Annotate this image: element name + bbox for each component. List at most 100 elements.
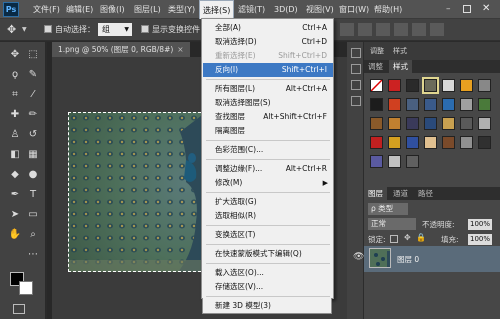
- menu-item-deselect[interactable]: 取消选择(D) Ctrl+D: [203, 35, 333, 49]
- quick-select-tool-icon[interactable]: ✎: [26, 68, 40, 82]
- tab-layers[interactable]: 图层: [364, 187, 387, 200]
- tab-adjustments[interactable]: 调整: [364, 60, 387, 73]
- style-swatch[interactable]: [388, 155, 401, 168]
- menu-item-modify[interactable]: 修改(M) ▶: [203, 176, 333, 190]
- zoom-tool-icon[interactable]: ⌕: [26, 228, 40, 242]
- menu-image[interactable]: 图像(I): [97, 0, 128, 19]
- style-swatch[interactable]: [460, 98, 473, 111]
- menu-item-select-all[interactable]: 全部(A) Ctrl+A: [203, 21, 333, 35]
- crop-tool-icon[interactable]: ⌗: [8, 88, 22, 102]
- lock-position-icon[interactable]: ✥: [404, 233, 411, 242]
- menu-item-inverse[interactable]: 反向(I) Shift+Ctrl+I: [203, 63, 333, 77]
- blend-mode-select[interactable]: 正常: [368, 218, 416, 230]
- style-swatch[interactable]: [370, 117, 383, 130]
- style-swatch[interactable]: [406, 155, 419, 168]
- document-tab[interactable]: 1.png @ 50% (图层 0, RGB/8#) ×: [52, 42, 190, 57]
- menu-item-transform-selection[interactable]: 变换选区(T): [203, 228, 333, 242]
- eraser-tool-icon[interactable]: ◧: [8, 148, 22, 162]
- gradient-tool-icon[interactable]: ▦: [26, 148, 40, 162]
- eyedropper-tool-icon[interactable]: ⁄: [26, 88, 40, 102]
- style-swatch[interactable]: [442, 136, 455, 149]
- menu-3d[interactable]: 3D(D): [271, 0, 301, 19]
- menu-window[interactable]: 窗口(W): [336, 0, 372, 19]
- move-tool-icon[interactable]: ✥: [8, 48, 22, 62]
- style-swatch[interactable]: [478, 98, 491, 111]
- menu-item-quick-mask[interactable]: 在快速蒙版模式下编辑(Q): [203, 247, 333, 261]
- mini-tab-styles[interactable]: 样式: [393, 46, 407, 56]
- brush-panel-icon[interactable]: [351, 80, 361, 90]
- menu-item-new-3d-model[interactable]: 新建 3D 模型(3): [202, 298, 332, 314]
- menu-view[interactable]: 视图(V): [303, 0, 337, 19]
- distribute-icon[interactable]: [412, 23, 426, 36]
- style-swatch[interactable]: [424, 117, 437, 130]
- auto-select-dropdown[interactable]: 组 ▼: [98, 23, 132, 36]
- menu-item-all-layers[interactable]: 所有图层(L) Alt+Ctrl+A: [203, 82, 333, 96]
- mini-tab-adjustments[interactable]: 调整: [370, 46, 384, 56]
- history-brush-icon[interactable]: ↺: [26, 128, 40, 142]
- style-swatch[interactable]: [370, 98, 383, 111]
- healing-brush-icon[interactable]: ✚: [8, 108, 22, 122]
- menu-select[interactable]: 选择(S): [199, 0, 235, 19]
- auto-select-checkbox[interactable]: [44, 25, 52, 33]
- style-swatch[interactable]: [442, 79, 455, 92]
- style-swatch[interactable]: [388, 136, 401, 149]
- lock-pixels-icon[interactable]: [390, 235, 398, 243]
- style-swatch[interactable]: [406, 98, 419, 111]
- rectangle-tool-icon[interactable]: ▭: [26, 208, 40, 222]
- style-swatch[interactable]: [478, 79, 491, 92]
- style-swatch[interactable]: [478, 136, 491, 149]
- menu-edit[interactable]: 编辑(E): [63, 0, 96, 19]
- minimize-icon[interactable]: –: [446, 4, 456, 14]
- menu-layer[interactable]: 图层(L): [131, 0, 164, 19]
- menu-file[interactable]: 文件(F): [30, 0, 63, 19]
- style-swatch[interactable]: [424, 136, 437, 149]
- pen-tool-icon[interactable]: ✒: [8, 188, 22, 202]
- tab-paths[interactable]: 路径: [414, 187, 437, 200]
- style-swatch[interactable]: [406, 136, 419, 149]
- properties-panel-icon[interactable]: [351, 64, 361, 74]
- style-swatch[interactable]: [460, 79, 473, 92]
- menu-type[interactable]: 类型(Y): [165, 0, 198, 19]
- visibility-eye-icon[interactable]: 👁: [353, 252, 364, 262]
- align-icon[interactable]: [340, 23, 354, 36]
- peacock-image[interactable]: [68, 112, 206, 272]
- menu-item-similar[interactable]: 选取相似(R): [203, 209, 333, 223]
- menu-item-find-layers[interactable]: 查找图层 Alt+Shift+Ctrl+F: [203, 110, 333, 124]
- lock-all-icon[interactable]: 🔒: [416, 233, 426, 242]
- menu-item-refine-edge[interactable]: 调整边缘(F)... Alt+Ctrl+R: [203, 162, 333, 176]
- style-swatch[interactable]: [424, 98, 437, 111]
- style-swatch[interactable]: [388, 98, 401, 111]
- clone-stamp-icon[interactable]: ♙: [8, 128, 22, 142]
- distribute-icon[interactable]: [394, 23, 408, 36]
- menu-item-deselect-layers[interactable]: 取消选择图层(S): [203, 96, 333, 110]
- style-swatch[interactable]: [478, 117, 491, 130]
- marquee-tool-icon[interactable]: ⬚: [26, 48, 40, 62]
- close-tab-icon[interactable]: ×: [177, 45, 183, 54]
- brush-tool-icon[interactable]: ✏: [26, 108, 40, 122]
- menu-item-load-selection[interactable]: 载入选区(O)...: [203, 266, 333, 280]
- menu-item-isolate-layers[interactable]: 隔离图层: [203, 124, 333, 138]
- menu-item-color-range[interactable]: 色彩范围(C)...: [203, 143, 333, 157]
- type-tool-icon[interactable]: T: [26, 188, 40, 202]
- style-swatch[interactable]: [460, 136, 473, 149]
- maximize-icon[interactable]: [463, 5, 471, 13]
- style-swatch[interactable]: [406, 117, 419, 130]
- style-swatch[interactable]: [370, 136, 383, 149]
- blur-tool-icon[interactable]: ◆: [8, 168, 22, 182]
- character-panel-icon[interactable]: [351, 96, 361, 106]
- move-tool-icon[interactable]: ✥: [7, 23, 21, 37]
- align-icon[interactable]: [376, 23, 390, 36]
- style-swatch[interactable]: [442, 117, 455, 130]
- show-transform-checkbox[interactable]: [141, 25, 149, 33]
- layer-name[interactable]: 图层 0: [397, 254, 419, 265]
- hand-tool-icon[interactable]: ✋: [8, 228, 22, 242]
- opacity-input[interactable]: 100%: [468, 219, 492, 230]
- style-swatch[interactable]: [406, 79, 419, 92]
- tab-channels[interactable]: 通道: [389, 187, 412, 200]
- menu-help[interactable]: 帮助(H): [371, 0, 405, 19]
- style-swatch[interactable]: [388, 117, 401, 130]
- tab-styles[interactable]: 样式: [389, 60, 412, 73]
- quick-mask-icon[interactable]: [13, 304, 25, 314]
- style-swatch[interactable]: [370, 79, 383, 92]
- menu-item-reselect[interactable]: 重新选择(E) Shift+Ctrl+D: [203, 49, 333, 63]
